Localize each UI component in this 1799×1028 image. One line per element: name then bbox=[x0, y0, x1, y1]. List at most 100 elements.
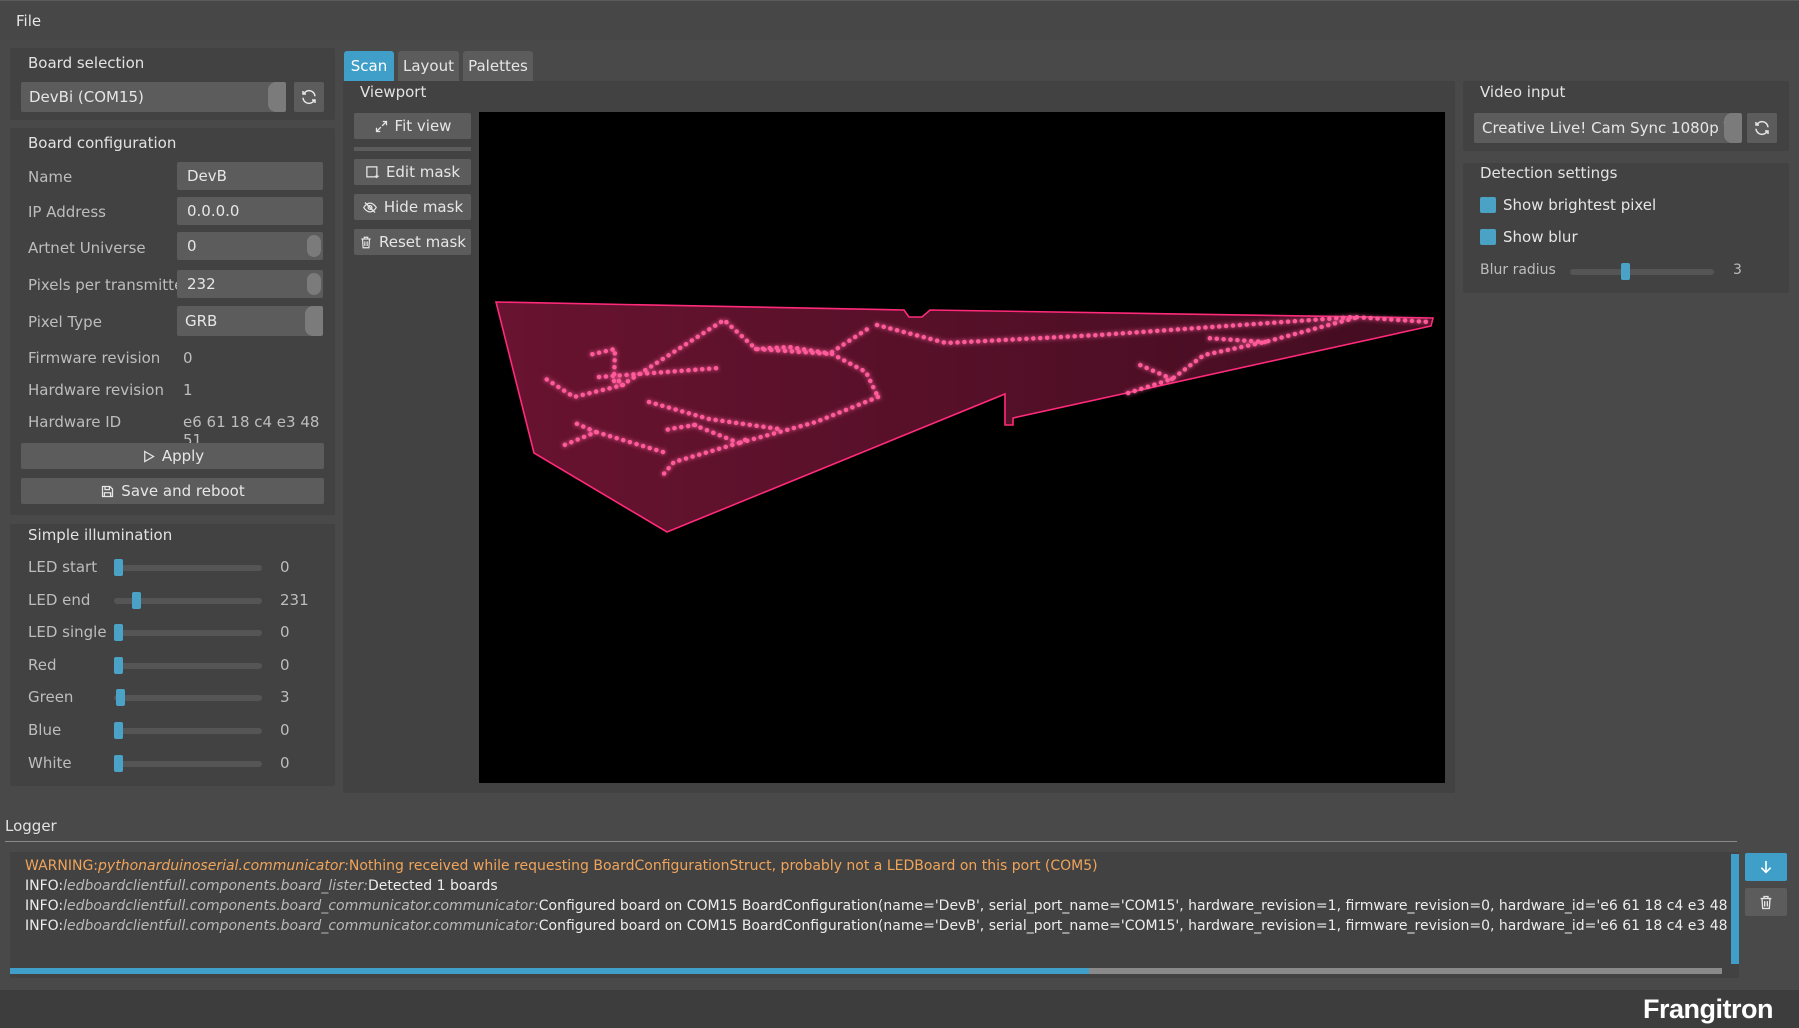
illum-label: Red bbox=[28, 655, 57, 674]
detection-settings-title: Detection settings bbox=[1480, 164, 1618, 182]
logger-hscroll-thumb[interactable] bbox=[10, 968, 1089, 974]
pixel-type-value: GRB bbox=[185, 312, 218, 330]
slider-handle[interactable] bbox=[132, 591, 141, 609]
log-line: INFO:ledboardclientfull.components.board… bbox=[25, 918, 1739, 934]
logger-vscroll[interactable] bbox=[1731, 854, 1739, 964]
board-selection-title: Board selection bbox=[28, 54, 145, 72]
log-source: ledboardclientfull.components.board_comm… bbox=[63, 898, 539, 914]
illum-label: LED end bbox=[28, 590, 91, 609]
ppt-spinbox[interactable]: 232 bbox=[177, 270, 323, 298]
combo-handle bbox=[305, 306, 323, 336]
illum-slider[interactable] bbox=[114, 656, 262, 674]
hide-mask-button[interactable]: Hide mask bbox=[354, 194, 471, 220]
slider-handle[interactable] bbox=[114, 624, 123, 642]
slider-handle[interactable] bbox=[116, 689, 125, 707]
slider-handle[interactable] bbox=[114, 754, 123, 772]
illum-label: Green bbox=[28, 688, 74, 707]
video-refresh-button[interactable] bbox=[1747, 113, 1777, 143]
save-reboot-button[interactable]: Save and reboot bbox=[21, 478, 324, 504]
save-reboot-label: Save and reboot bbox=[121, 482, 245, 500]
log-level: INFO: bbox=[25, 878, 64, 894]
blur-radius-value: 3 bbox=[1733, 262, 1742, 278]
trash-icon bbox=[1760, 895, 1772, 909]
log-line: INFO:ledboardclientfull.components.board… bbox=[25, 898, 1739, 914]
tab-scan[interactable]: Scan bbox=[344, 51, 394, 81]
spin-handle[interactable] bbox=[307, 273, 321, 295]
ip-input[interactable]: 0.0.0.0 bbox=[177, 197, 323, 225]
hardware-value: 1 bbox=[183, 381, 193, 399]
illum-label: Blue bbox=[28, 721, 62, 739]
illum-slider[interactable] bbox=[114, 689, 262, 707]
board-select-combo[interactable]: DevBi (COM15) bbox=[21, 82, 286, 112]
scroll-to-end-button[interactable] bbox=[1745, 853, 1787, 881]
tab-scan-label: Scan bbox=[350, 57, 388, 75]
tab-layout[interactable]: Layout bbox=[398, 51, 459, 81]
slider-handle[interactable] bbox=[114, 722, 123, 739]
combo-handle bbox=[268, 82, 286, 112]
tab-palettes-label: Palettes bbox=[468, 57, 528, 75]
illum-value: 0 bbox=[280, 655, 290, 674]
show-blur-checkbox[interactable] bbox=[1480, 229, 1496, 245]
name-label: Name bbox=[28, 168, 73, 186]
fit-view-label: Fit view bbox=[394, 117, 452, 135]
illum-label: LED start bbox=[28, 558, 98, 576]
log-message: Configured board on COM15 BoardConfigura… bbox=[538, 898, 1739, 914]
board-refresh-button[interactable] bbox=[294, 82, 324, 112]
edit-mask-button[interactable]: Edit mask bbox=[354, 159, 471, 185]
reset-mask-label: Reset mask bbox=[379, 233, 466, 251]
fit-view-button[interactable]: Fit view bbox=[354, 113, 471, 139]
detection-settings-group: Detection settings Show brightest pixel … bbox=[1463, 163, 1789, 293]
log-source: ledboardclientfull.components.board_list… bbox=[63, 878, 368, 894]
illum-value: 0 bbox=[280, 753, 290, 772]
toolbar-divider bbox=[354, 147, 471, 151]
footer: Frangitron bbox=[0, 990, 1799, 1028]
apply-button[interactable]: Apply bbox=[21, 443, 324, 469]
video-input-combo[interactable]: Creative Live! Cam Sync 1080p V2 bbox=[1474, 113, 1742, 143]
universe-value: 0 bbox=[187, 237, 197, 255]
illum-value: 231 bbox=[280, 590, 309, 609]
video-input-group: Video input Creative Live! Cam Sync 1080… bbox=[1463, 81, 1789, 151]
illum-slider[interactable] bbox=[114, 754, 262, 772]
brand-logo: Frangitron bbox=[1643, 994, 1774, 1024]
spin-handle[interactable] bbox=[307, 235, 321, 257]
blur-radius-slider[interactable] bbox=[1570, 263, 1714, 280]
log-source: pythonarduinoserial.communicator: bbox=[98, 858, 349, 874]
camera-viewport[interactable] bbox=[479, 112, 1445, 783]
universe-label: Artnet Universe bbox=[28, 239, 146, 257]
illum-slider[interactable] bbox=[114, 624, 262, 642]
illum-slider[interactable] bbox=[114, 722, 262, 739]
hardware-label: Hardware revision bbox=[28, 381, 164, 399]
camera-image bbox=[494, 301, 1435, 533]
board-select-value: DevBi (COM15) bbox=[29, 88, 144, 106]
video-input-title: Video input bbox=[1480, 83, 1566, 101]
save-icon bbox=[102, 485, 114, 497]
eye-off-icon bbox=[362, 201, 377, 213]
tab-palettes[interactable]: Palettes bbox=[463, 51, 533, 81]
show-brightest-label: Show brightest pixel bbox=[1503, 196, 1657, 214]
hide-mask-label: Hide mask bbox=[383, 198, 464, 216]
logger-divider bbox=[5, 841, 1737, 842]
log-source: ledboardclientfull.components.board_comm… bbox=[63, 918, 539, 934]
logger-output[interactable]: WARNING:pythonarduinoserial.communicator… bbox=[10, 852, 1739, 978]
reset-mask-button[interactable]: Reset mask bbox=[354, 229, 471, 255]
slider-handle[interactable] bbox=[114, 559, 123, 576]
pixel-type-combo[interactable]: GRB bbox=[177, 306, 323, 336]
trash-icon bbox=[361, 236, 371, 248]
menu-file[interactable]: File bbox=[16, 12, 41, 30]
board-config-group: Board configuration Name DevB IP Address… bbox=[10, 128, 335, 515]
viewport-group: Viewport Fit view Edit mask Hide mask Re… bbox=[343, 81, 1455, 793]
show-brightest-checkbox[interactable] bbox=[1480, 197, 1496, 213]
illum-slider[interactable] bbox=[114, 559, 262, 576]
logger-hscroll-track[interactable] bbox=[10, 968, 1722, 974]
log-level: INFO: bbox=[25, 918, 64, 934]
board-config-title: Board configuration bbox=[28, 134, 177, 152]
universe-spinbox[interactable]: 0 bbox=[177, 232, 323, 260]
clear-log-button[interactable] bbox=[1745, 888, 1787, 916]
slider-handle[interactable] bbox=[1621, 263, 1630, 280]
slider-handle[interactable] bbox=[114, 656, 123, 674]
scan-mask[interactable] bbox=[494, 301, 1435, 533]
video-input-value: Creative Live! Cam Sync 1080p V2 bbox=[1482, 119, 1742, 137]
name-input[interactable]: DevB bbox=[177, 162, 323, 190]
refresh-icon bbox=[302, 89, 316, 105]
illum-slider[interactable] bbox=[114, 591, 262, 609]
